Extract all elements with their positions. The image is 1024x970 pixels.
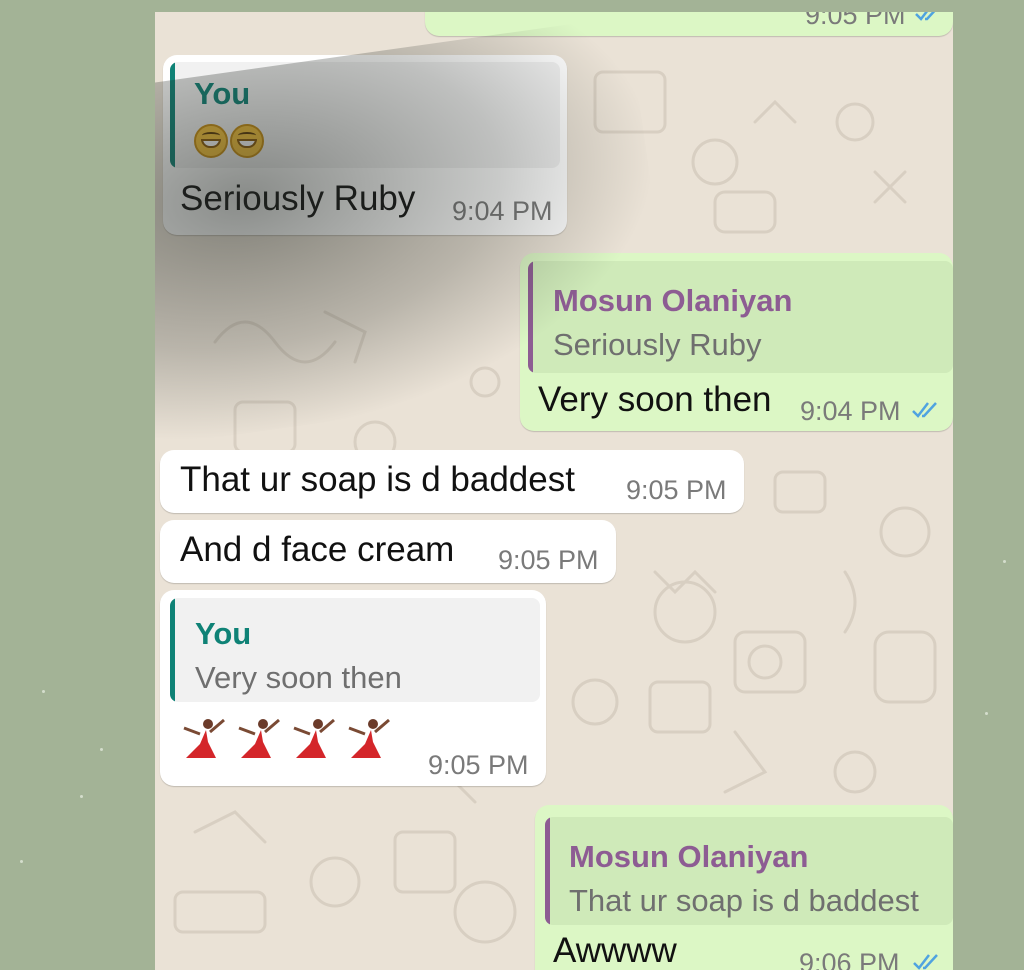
backdrop-speck: [1003, 560, 1006, 563]
woman-dancing-emoji-icon: [348, 718, 390, 758]
quote-bar: [528, 261, 533, 373]
quoted-reply[interactable]: You: [170, 62, 560, 168]
quote-author: You: [195, 616, 252, 651]
quoted-reply[interactable]: You Very soon then: [170, 598, 540, 702]
message-time: 9:06 PM: [799, 948, 900, 970]
message-bubble-incoming[interactable]: And d face cream 9:05 PM: [160, 520, 616, 583]
message-time: 9:05 PM: [805, 12, 906, 30]
double-check-icon: [915, 12, 936, 21]
message-time: 9:04 PM: [452, 196, 553, 226]
quote-bar: [170, 62, 175, 168]
message-text: Seriously Ruby: [180, 179, 416, 218]
quote-text: Very soon then: [195, 660, 402, 695]
quoted-reply[interactable]: Mosun Olaniyan Seriously Ruby: [528, 261, 953, 373]
message-text: Very soon then: [538, 380, 772, 419]
quote-text: Seriously Ruby: [553, 327, 762, 362]
grin-emoji-icon: [230, 124, 264, 158]
quoted-reply[interactable]: Mosun Olaniyan That ur soap is d baddest: [545, 817, 953, 925]
message-time: 9:05 PM: [626, 475, 727, 505]
backdrop-speck: [20, 860, 23, 863]
message-bubble-incoming[interactable]: That ur soap is d baddest 9:05 PM: [160, 450, 744, 513]
message-time: 9:05 PM: [428, 750, 529, 780]
woman-dancing-emoji-icon: [238, 718, 280, 758]
message-bubble-outgoing[interactable]: 9:05 PM: [425, 12, 953, 36]
grinning-face-emoji: [194, 124, 266, 163]
quote-bar: [545, 817, 550, 925]
quote-author: Mosun Olaniyan: [553, 283, 793, 318]
double-check-icon: [912, 402, 937, 418]
double-check-icon: [913, 954, 938, 970]
message-time: 9:04 PM: [800, 396, 901, 426]
quote-author: You: [194, 76, 251, 111]
message-text: And d face cream: [180, 530, 455, 569]
woman-dancing-emoji-icon: [183, 718, 225, 758]
backdrop-speck: [985, 712, 988, 715]
message-bubble-outgoing[interactable]: Mosun Olaniyan That ur soap is d baddest…: [535, 805, 953, 970]
grin-emoji-icon: [194, 124, 228, 158]
backdrop-speck: [42, 690, 45, 693]
quote-text: That ur soap is d baddest: [569, 883, 919, 918]
message-time: 9:05 PM: [498, 545, 599, 575]
quote-author: Mosun Olaniyan: [569, 839, 809, 874]
woman-dancing-emoji-icon: [293, 718, 335, 758]
backdrop-speck: [80, 795, 83, 798]
message-bubble-incoming[interactable]: You Seriously Ruby 9:04 PM: [163, 55, 567, 235]
backdrop-speck: [100, 748, 103, 751]
message-bubble-incoming[interactable]: You Very soon then 9:05 PM: [160, 590, 546, 786]
message-bubble-outgoing[interactable]: Mosun Olaniyan Seriously Ruby Very soon …: [520, 253, 953, 431]
message-text: That ur soap is d baddest: [180, 460, 575, 499]
quote-bar: [170, 598, 175, 702]
chat-screen: 9:05 PM You Seriously Ruby 9:04 PM Mosun…: [155, 12, 953, 970]
message-text: Awwww: [553, 931, 677, 970]
